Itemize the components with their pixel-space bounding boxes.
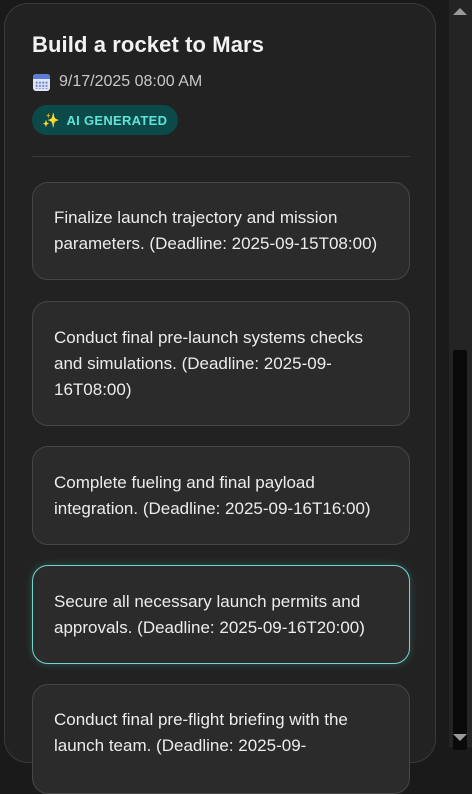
divider <box>32 156 410 157</box>
goal-title: Build a rocket to Mars <box>32 32 265 57</box>
calendar-icon <box>33 73 50 91</box>
goal-panel: Build a rocket to Mars 9/17/2025 08:00 A… <box>4 3 436 794</box>
scrollbar-thumb[interactable] <box>453 350 467 750</box>
scroll-down-arrow-icon[interactable] <box>453 734 467 741</box>
goal-date: 9/17/2025 08:00 AM <box>59 73 203 90</box>
sparkles-icon: ✨ <box>42 112 60 128</box>
task-text: Finalize launch trajectory and mission p… <box>54 208 378 253</box>
task-card[interactable]: Finalize launch trajectory and mission p… <box>32 182 410 280</box>
scroll-up-arrow-icon[interactable] <box>453 8 467 15</box>
task-text: Conduct final pre-flight briefing with t… <box>54 710 348 755</box>
task-text: Secure all necessary launch permits and … <box>54 591 365 637</box>
task-card-selected[interactable]: Secure all necessary launch permits and … <box>32 565 410 664</box>
badge-label: AI GENERATED <box>66 112 168 128</box>
date-row: 9/17/2025 08:00 AM <box>33 72 202 92</box>
task-card[interactable]: Conduct final pre-launch systems checks … <box>32 301 410 426</box>
ai-generated-badge: ✨ AI GENERATED <box>32 105 179 135</box>
task-text: Conduct final pre-launch systems checks … <box>54 327 363 399</box>
task-text: Complete fueling and final payload integ… <box>54 472 371 518</box>
task-card[interactable]: Conduct final pre-flight briefing with t… <box>32 684 410 794</box>
vertical-scrollbar[interactable] <box>449 0 472 750</box>
task-card[interactable]: Complete fueling and final payload integ… <box>32 446 410 545</box>
